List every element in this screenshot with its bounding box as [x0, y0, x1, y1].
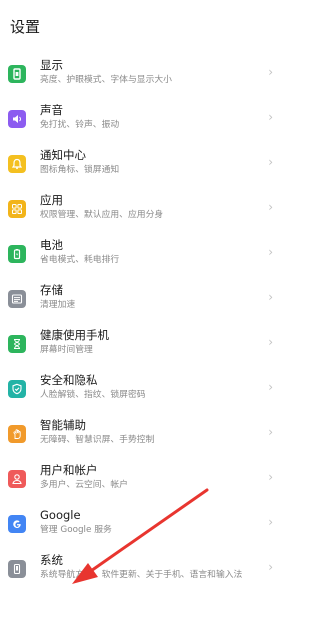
- item-subtitle: 省电模式、耗电排行: [40, 255, 120, 265]
- item-subtitle: 多用户、云空间、帐户: [40, 480, 128, 490]
- display-icon: [8, 65, 26, 83]
- list-item-security-privacy[interactable]: 安全和隐私 人脸解锁、指纹、锁屏密码 ›: [0, 366, 281, 411]
- chevron-right-icon: ›: [268, 425, 273, 439]
- settings-list: 显示 亮度、护眼模式、字体与显示大小 › 声音 免打扰、铃声、振动 › 通知中心…: [0, 51, 281, 606]
- chevron-right-icon: ›: [268, 155, 273, 169]
- item-title: 显示: [40, 58, 63, 72]
- chevron-right-icon: ›: [268, 65, 273, 79]
- list-item-storage[interactable]: 存储 清理加速 ›: [0, 276, 281, 321]
- chevron-right-icon: ›: [268, 200, 273, 214]
- item-title: 通知中心: [40, 148, 86, 162]
- chevron-right-icon: ›: [268, 110, 273, 124]
- list-item-digital-balance[interactable]: 健康使用手机 屏幕时间管理 ›: [0, 321, 281, 366]
- item-subtitle: 无障碍、智慧识屏、手势控制: [40, 435, 155, 445]
- list-item-smart-assistance[interactable]: 智能辅助 无障碍、智慧识屏、手势控制 ›: [0, 411, 281, 456]
- battery-icon: [8, 245, 26, 263]
- list-item-apps[interactable]: 应用 权限管理、默认应用、应用分身 ›: [0, 186, 281, 231]
- list-item-notification-center[interactable]: 通知中心 图标角标、锁屏通知 ›: [0, 141, 281, 186]
- header: 设置: [0, 0, 281, 51]
- list-item-battery[interactable]: 电池 省电模式、耗电排行 ›: [0, 231, 281, 276]
- item-subtitle: 图标角标、锁屏通知: [40, 165, 120, 175]
- item-subtitle: 系统导航方式、软件更新、关于手机、语言和输入法: [40, 570, 243, 580]
- item-subtitle: 权限管理、默认应用、应用分身: [40, 210, 164, 220]
- item-title: 用户和帐户: [40, 463, 98, 477]
- sound-icon: [8, 110, 26, 128]
- google-icon: [8, 515, 26, 533]
- item-title: Google: [40, 508, 81, 522]
- system-phone-icon: [8, 560, 26, 578]
- item-subtitle: 免打扰、铃声、振动: [40, 120, 120, 130]
- item-subtitle: 屏幕时间管理: [40, 345, 93, 355]
- item-title: 系统: [40, 553, 63, 567]
- chevron-right-icon: ›: [268, 290, 273, 304]
- list-item-google[interactable]: Google 管理 Google 服务 ›: [0, 501, 281, 546]
- bell-icon: [8, 155, 26, 173]
- item-title: 应用: [40, 193, 63, 207]
- list-item-system[interactable]: 系统 系统导航方式、软件更新、关于手机、语言和输入法 ›: [0, 546, 281, 606]
- item-title: 智能辅助: [40, 418, 86, 432]
- chevron-right-icon: ›: [268, 560, 273, 574]
- hand-icon: [8, 425, 26, 443]
- item-title: 声音: [40, 103, 63, 117]
- hourglass-icon: [8, 335, 26, 353]
- user-icon: [8, 470, 26, 488]
- storage-icon: [8, 290, 26, 308]
- chevron-right-icon: ›: [268, 245, 273, 259]
- item-subtitle: 管理 Google 服务: [40, 525, 112, 535]
- shield-icon: [8, 380, 26, 398]
- item-title: 存储: [40, 283, 63, 297]
- item-subtitle: 人脸解锁、指纹、锁屏密码: [40, 390, 146, 400]
- chevron-right-icon: ›: [268, 515, 273, 529]
- chevron-right-icon: ›: [268, 335, 273, 349]
- list-item-sound[interactable]: 声音 免打扰、铃声、振动 ›: [0, 96, 281, 141]
- item-subtitle: 亮度、护眼模式、字体与显示大小: [40, 75, 172, 85]
- list-item-users-accounts[interactable]: 用户和帐户 多用户、云空间、帐户 ›: [0, 456, 281, 501]
- item-title: 安全和隐私: [40, 373, 98, 387]
- list-item-display[interactable]: 显示 亮度、护眼模式、字体与显示大小 ›: [0, 51, 281, 96]
- page-title: 设置: [10, 18, 41, 36]
- chevron-right-icon: ›: [268, 470, 273, 484]
- apps-grid-icon: [8, 200, 26, 218]
- item-subtitle: 清理加速: [40, 300, 76, 310]
- item-title: 电池: [40, 238, 63, 252]
- item-title: 健康使用手机: [40, 328, 109, 342]
- chevron-right-icon: ›: [268, 380, 273, 394]
